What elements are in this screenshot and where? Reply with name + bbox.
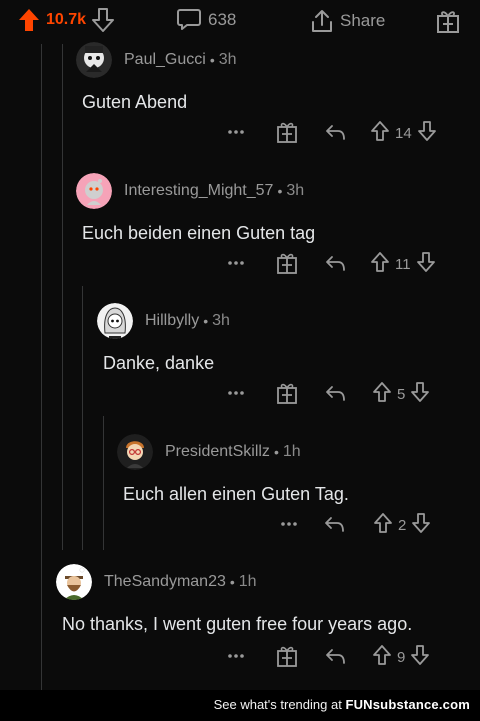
downvote-arrow-icon[interactable] [410,644,430,671]
comment-author[interactable]: PresidentSkillz [165,443,270,461]
comment-body: Euch beiden einen Guten tag [82,223,316,243]
downvote-arrow-icon[interactable] [411,512,431,539]
comment-body: Guten Abend [82,92,188,112]
thread-line [103,416,104,550]
vote-group: 5 [372,381,430,408]
comment-actions: 11 [76,251,476,275]
vote-group: 9 [372,644,430,671]
share-arrow-icon [310,8,334,34]
avatar[interactable] [56,564,92,600]
reply-arrow-icon[interactable] [324,644,346,668]
comment-age: 1h [238,573,257,590]
avatar[interactable] [76,42,112,78]
upvote-arrow-icon[interactable] [373,512,393,539]
comment-age: 1h [282,443,301,460]
comment-score: 11 [395,256,411,273]
comment-body: Euch allen einen Guten Tag. [123,484,349,504]
comment-author[interactable]: TheSandyman23 [104,573,226,591]
downvote-arrow-icon[interactable] [92,8,115,32]
downvote-arrow-icon[interactable] [410,381,430,408]
upvote-arrow-icon[interactable] [370,120,390,147]
separator-dot: • [277,183,283,199]
watermark-banner: See what's trending at FUNsubstance.com [0,690,480,721]
comment-actions: 14 [76,120,476,144]
comment-score: 5 [397,386,406,403]
comment: PresidentSkillz • 1h Euch allen einen Gu… [117,434,477,544]
vote-group: 11 [370,251,436,278]
avatar[interactable] [117,434,153,470]
comment-body: Danke, danke [103,353,215,373]
comment-header: Hillbylly • 3h [97,303,477,339]
comment-age: 3h [286,182,305,199]
upvote-arrow-icon[interactable] [18,8,40,32]
gift-award-icon[interactable] [276,381,298,405]
thread-line [41,44,42,690]
vote-group: 14 [370,120,437,147]
more-dots-icon[interactable] [226,251,246,275]
upvote-arrow-icon[interactable] [372,381,392,408]
comment-actions: 2 [117,512,477,536]
comment-author[interactable]: Hillbylly [145,312,199,330]
upvote-arrow-icon[interactable] [372,644,392,671]
comment-actions: 9 [56,644,476,668]
comment: TheSandyman23 • 1h No thanks, I went gut… [56,564,476,674]
watermark-text: See what's trending at FUNsubstance.com [214,697,470,712]
separator-dot: • [273,444,279,460]
more-dots-icon[interactable] [226,381,246,405]
comment-age: 3h [218,51,237,68]
share-label: Share [340,11,386,30]
more-dots-icon[interactable] [279,512,299,536]
comment: Hillbylly • 3h Danke, danke 5 [97,303,477,413]
gift-award-icon [436,8,460,34]
comment-author[interactable]: Paul_Gucci [124,51,206,69]
comment: Paul_Gucci • 3h Guten Abend 14 [76,42,476,152]
reply-arrow-icon[interactable] [324,251,346,275]
thread-line [62,44,63,550]
avatar[interactable] [76,173,112,209]
comment-header: Paul_Gucci • 3h [76,42,476,78]
comment-count: 638 [208,10,237,29]
watermark-prefix: See what's trending at [213,697,342,712]
comment-age: 3h [212,312,230,329]
comment-score: 2 [398,517,407,534]
comment-actions: 5 [97,381,477,405]
downvote-arrow-icon[interactable] [417,120,437,147]
comment-score: 9 [397,649,406,666]
separator-dot: • [209,52,215,68]
post-vote-group: 10.7k [18,8,115,32]
reply-arrow-icon[interactable] [324,381,346,405]
comments-button[interactable]: 638 [176,8,236,32]
downvote-arrow-icon[interactable] [416,251,436,278]
reply-arrow-icon[interactable] [324,120,346,144]
comment-header: Interesting_Might_57 • 3h [76,173,476,209]
gift-award-icon[interactable] [276,251,298,275]
upvote-arrow-icon[interactable] [370,251,390,278]
comment: Interesting_Might_57 • 3h Euch beiden ei… [76,173,476,283]
comment-score: 14 [395,125,412,142]
thread-line [82,286,83,550]
gift-award-icon[interactable] [276,120,298,144]
comment-body: No thanks, I went guten free four years … [62,614,413,634]
speech-bubble-icon [176,8,202,32]
separator-dot: • [229,574,235,590]
vote-group: 2 [373,512,431,539]
post-action-bar: 10.7k 638 Share [0,0,480,44]
post-vote-count: 10.7k [46,11,87,28]
avatar[interactable] [97,303,133,339]
reply-arrow-icon[interactable] [323,512,345,536]
watermark-brand: FUNsubstance.com [345,697,470,712]
separator-dot: • [203,313,209,329]
comment-header: PresidentSkillz • 1h [117,434,477,470]
comment-header: TheSandyman23 • 1h [56,564,476,600]
award-button[interactable] [436,8,460,34]
share-button[interactable]: Share [310,8,385,34]
gift-award-icon[interactable] [276,644,298,668]
more-dots-icon[interactable] [226,120,246,144]
comment-author[interactable]: Interesting_Might_57 [124,182,273,200]
more-dots-icon[interactable] [226,644,246,668]
